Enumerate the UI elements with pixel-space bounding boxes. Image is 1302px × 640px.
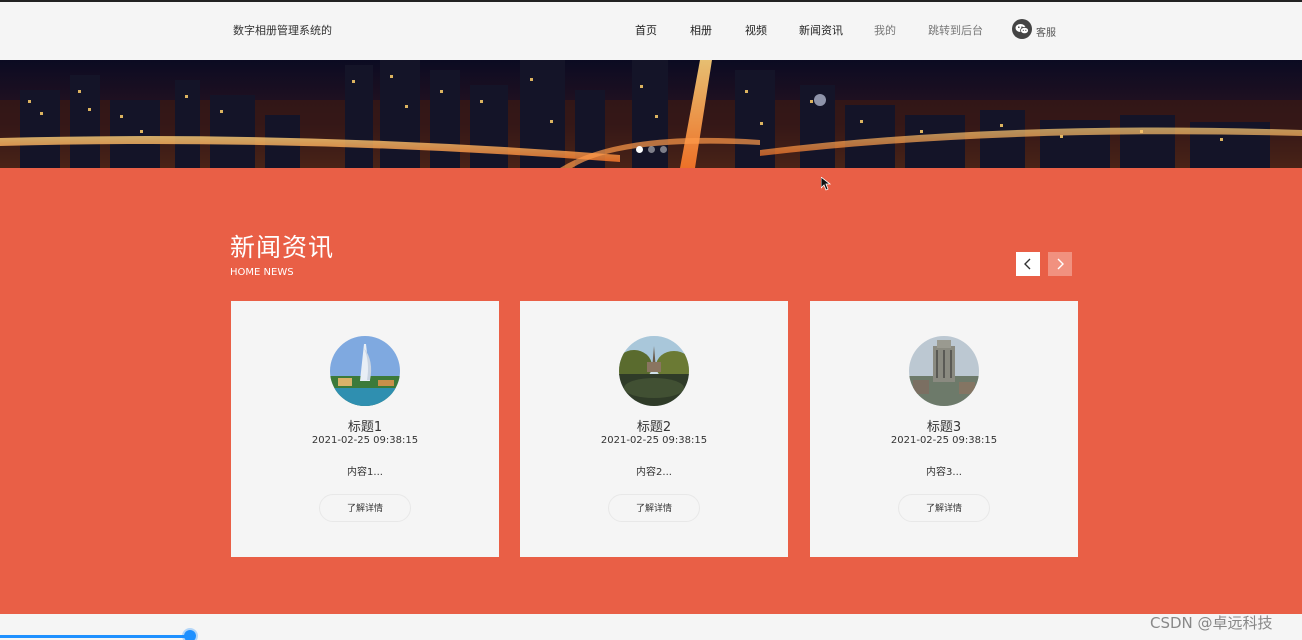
news-card-body: 内容1...	[347, 467, 383, 478]
news-card-date: 2021-02-25 09:38:15	[311, 435, 419, 446]
news-card-details-button[interactable]: 了解详情	[608, 494, 700, 522]
news-card-title[interactable]: 标题1	[231, 416, 499, 435]
page: 数字相册管理系统的 首页 相册 视频 新闻资讯 我的 跳转到后台 客服 新闻资讯…	[0, 0, 1302, 640]
chevron-left-icon	[1024, 258, 1031, 270]
main-nav: 首页 相册 视频 新闻资讯 我的 跳转到后台	[0, 22, 1302, 42]
news-card-details-button[interactable]: 了解详情	[319, 494, 411, 522]
top-header: 数字相册管理系统的 首页 相册 视频 新闻资讯 我的 跳转到后台 客服	[0, 0, 1302, 60]
news-card-title[interactable]: 标题2	[520, 416, 788, 435]
news-card-body: 内容2...	[636, 467, 672, 478]
news-card-date: 2021-02-25 09:38:15	[600, 435, 708, 446]
carousel-dot-1[interactable]	[636, 146, 643, 153]
news-prev-button[interactable]	[1016, 252, 1040, 276]
nav-mine[interactable]: 我的	[874, 22, 896, 38]
news-card[interactable]: 标题2 2021-02-25 09:38:15 内容2... 了解详情	[520, 301, 788, 557]
customer-service-button[interactable]: 客服	[1012, 18, 1056, 39]
nav-admin[interactable]: 跳转到后台	[928, 22, 983, 38]
nav-album[interactable]: 相册	[690, 22, 712, 38]
banner-carousel[interactable]	[0, 60, 1302, 168]
carousel-dot-2[interactable]	[648, 146, 655, 153]
news-card-date: 2021-02-25 09:38:15	[890, 435, 998, 446]
news-thumbnail[interactable]	[330, 336, 400, 406]
news-thumbnail[interactable]	[909, 336, 979, 406]
chevron-right-icon	[1057, 258, 1064, 270]
wechat-icon	[1012, 18, 1032, 39]
news-thumbnail[interactable]	[619, 336, 689, 406]
carousel-dot-3[interactable]	[660, 146, 667, 153]
news-section: 新闻资讯 HOME NEWS 标题1 2021-02-25 09:38:15 内…	[0, 168, 1302, 614]
news-next-button[interactable]	[1048, 252, 1072, 276]
mouse-cursor-icon	[821, 177, 831, 191]
nav-news[interactable]: 新闻资讯	[799, 22, 843, 38]
scroll-progress-handle[interactable]	[184, 630, 196, 640]
news-card[interactable]: 标题3 2021-02-25 09:38:15 内容3... 了解详情	[810, 301, 1078, 557]
news-card-details-button[interactable]: 了解详情	[898, 494, 990, 522]
news-card[interactable]: 标题1 2021-02-25 09:38:15 内容1... 了解详情	[231, 301, 499, 557]
nav-video[interactable]: 视频	[745, 22, 767, 38]
news-section-title: 新闻资讯	[230, 233, 335, 262]
news-card-body: 内容3...	[926, 467, 962, 478]
news-section-subtitle: HOME NEWS	[230, 267, 294, 278]
watermark: CSDN @卓远科技	[1150, 614, 1273, 632]
nav-home[interactable]: 首页	[635, 22, 657, 38]
scroll-progress-track[interactable]	[0, 635, 190, 638]
news-card-title[interactable]: 标题3	[810, 416, 1078, 435]
carousel-dots	[636, 146, 667, 153]
customer-service-label: 客服	[1036, 28, 1056, 39]
